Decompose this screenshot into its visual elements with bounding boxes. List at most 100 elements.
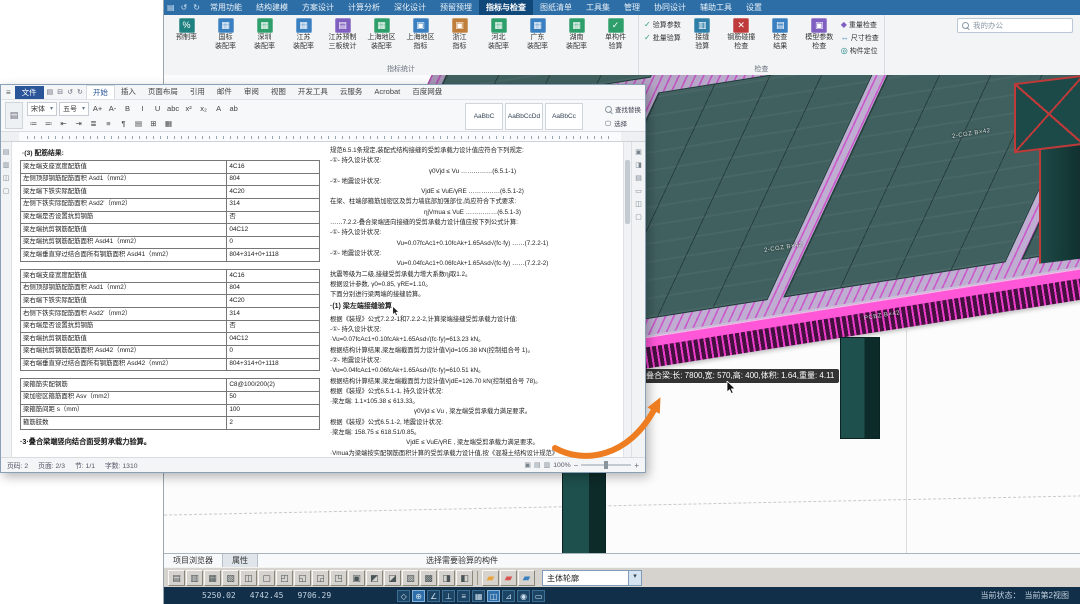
document-page[interactable]: ·(3) 配筋结果: 梁左端支座宽度配筋值4C16左侧顶部钢筋配筋面积 Asd1… [12, 142, 623, 457]
braced-joint-box[interactable] [1014, 75, 1080, 153]
format-button[interactable]: ▤ [132, 118, 145, 130]
ribbon-button[interactable]: ▦上海地区装配率 [362, 17, 401, 51]
sidebar-icon[interactable]: ◫ [635, 200, 642, 208]
snap-toggle-icon[interactable]: ◫ [487, 590, 500, 602]
word-tab[interactable]: 插入 [115, 85, 142, 99]
viewport-tool-icon[interactable]: ▰ [500, 570, 517, 586]
quick-access-icon[interactable]: ↻ [190, 3, 203, 12]
word-tab[interactable]: Acrobat [368, 85, 406, 99]
format-button[interactable]: A [212, 103, 225, 115]
sidebar-icon[interactable]: ▤ [3, 148, 10, 156]
format-button[interactable]: A+ [91, 103, 104, 115]
ribbon-small-button[interactable]: ◆重量检查 [841, 20, 879, 30]
snap-toggle-icon[interactable]: ⊿ [502, 590, 515, 602]
ribbon-tab[interactable]: 辅助工具 [693, 0, 739, 15]
paste-button[interactable]: ▤ [5, 102, 23, 129]
ribbon-button[interactable]: ▣浙江指标 [440, 17, 479, 51]
viewport-tool-icon[interactable]: ◱ [294, 570, 311, 586]
format-button[interactable]: B [121, 103, 134, 115]
viewport-tool-icon[interactable]: ▧ [222, 570, 239, 586]
ribbon-tab[interactable]: 图纸清单 [533, 0, 579, 15]
viewport-tool-icon[interactable]: ▥ [186, 570, 203, 586]
ribbon-tab[interactable]: 协同设计 [647, 0, 693, 15]
snap-toggle-icon[interactable]: ∠ [427, 590, 440, 602]
format-button[interactable]: A- [106, 103, 119, 115]
ribbon-search[interactable]: 我的办公 [957, 18, 1073, 33]
format-button[interactable]: abc [166, 103, 180, 115]
word-quick-icon[interactable]: ▤ [45, 88, 56, 96]
snap-toggle-icon[interactable]: ◉ [517, 590, 530, 602]
ribbon-button[interactable]: ▣模型参数检查 [800, 17, 839, 51]
ribbon-button[interactable]: ▣上海地区指标 [401, 17, 440, 51]
ribbon-button[interactable]: ▤江苏预制三板统计 [323, 17, 362, 51]
format-button[interactable]: x₂ [197, 103, 210, 115]
ribbon-button[interactable]: ▦河北装配率 [479, 17, 518, 51]
ribbon-button[interactable]: ▦湖南装配率 [557, 17, 596, 51]
chevron-down-icon[interactable]: ▾ [628, 571, 641, 585]
ribbon-tab[interactable]: 工具集 [579, 0, 617, 15]
ribbon-small-button[interactable]: ✓验算参数 [644, 20, 681, 30]
web-layout-icon[interactable]: ▤ [534, 461, 541, 469]
word-tab[interactable]: 开发工具 [292, 85, 334, 99]
format-button[interactable]: x² [182, 103, 195, 115]
word-quick-icon[interactable]: ↺ [65, 88, 75, 96]
print-layout-icon[interactable]: ▣ [524, 461, 531, 469]
sidebar-icon[interactable]: ▥ [3, 161, 10, 169]
ribbon-button[interactable]: ▦深圳装配率 [245, 17, 284, 51]
viewport-tool-icon[interactable]: ◩ [366, 570, 383, 586]
viewport-tool-icon[interactable]: ◨ [438, 570, 455, 586]
viewport-tool-icon[interactable]: ▤ [168, 570, 185, 586]
format-button[interactable]: ≔ [27, 118, 40, 130]
style-chip[interactable]: AaBbCcDd [505, 103, 543, 130]
ribbon-button[interactable]: ✓单构件验算 [596, 17, 635, 51]
viewport-tool-icon[interactable]: ◲ [312, 570, 329, 586]
viewport-tool-icon[interactable]: ▩ [420, 570, 437, 586]
ribbon-tab[interactable]: 常用功能 [203, 0, 249, 15]
column[interactable] [840, 337, 880, 439]
ribbon-tab[interactable]: 设置 [739, 0, 769, 15]
ribbon-tab[interactable]: 预留预埋 [433, 0, 479, 15]
sidebar-icon[interactable]: ▭ [635, 187, 642, 195]
ribbon-tab[interactable]: 管理 [617, 0, 647, 15]
format-button[interactable]: ab [227, 103, 240, 115]
snap-toggle-icon[interactable]: ◇ [397, 590, 410, 602]
ribbon-button[interactable]: ▦江苏装配率 [284, 17, 323, 51]
viewport-tool-icon[interactable]: ▦ [204, 570, 221, 586]
format-button[interactable]: ⇤ [57, 118, 70, 130]
word-tab[interactable]: 开始 [86, 85, 115, 99]
ribbon-button[interactable]: ▥接缝验算 [683, 17, 722, 51]
snap-toggle-icon[interactable]: ≡ [457, 590, 470, 602]
word-tab[interactable]: 页面布局 [142, 85, 184, 99]
ribbon-button[interactable]: ✕钢筋碰撞检查 [722, 17, 761, 51]
format-button[interactable]: U [151, 103, 164, 115]
horizontal-ruler[interactable] [1, 132, 645, 142]
find-replace-button[interactable]: 查找替换 [605, 104, 641, 114]
viewport-tool-icon[interactable]: ▨ [402, 570, 419, 586]
format-button[interactable]: I [136, 103, 149, 115]
quick-access-icon[interactable]: ▤ [164, 3, 178, 12]
format-button[interactable]: ▦ [162, 118, 175, 130]
ribbon-button[interactable]: ▤检查结果 [761, 17, 800, 51]
word-quick-icon[interactable]: ⊟ [55, 88, 65, 96]
viewport-tool-icon[interactable]: ◳ [330, 570, 347, 586]
sidebar-icon[interactable]: ◫ [3, 174, 10, 182]
viewport-tool-icon[interactable]: ◧ [456, 570, 473, 586]
viewport-tool-icon[interactable]: ◫ [240, 570, 257, 586]
ribbon-button[interactable]: ▦广东装配率 [518, 17, 557, 51]
word-tab[interactable]: 邮件 [211, 85, 238, 99]
select-button[interactable]: ▢ 选择 [605, 118, 641, 128]
ribbon-small-button[interactable]: ↔尺寸检查 [841, 33, 879, 43]
sidebar-icon[interactable]: ▢ [3, 187, 10, 195]
font-name-combo[interactable]: 宋体▾ [27, 102, 57, 116]
sidebar-icon[interactable]: ▢ [635, 213, 642, 221]
sidebar-icon[interactable]: ▣ [635, 148, 642, 156]
snap-toggle-icon[interactable]: ▦ [472, 590, 485, 602]
quick-access-icon[interactable]: ↺ [178, 3, 191, 12]
font-size-combo[interactable]: 五号▾ [59, 102, 89, 116]
format-button[interactable]: ≣ [87, 118, 100, 130]
word-tab[interactable]: 云服务 [334, 85, 369, 99]
column[interactable] [562, 467, 606, 553]
column[interactable] [1039, 138, 1080, 264]
style-chip[interactable]: AaBbC [465, 103, 503, 130]
word-tab[interactable]: 引用 [184, 85, 211, 99]
